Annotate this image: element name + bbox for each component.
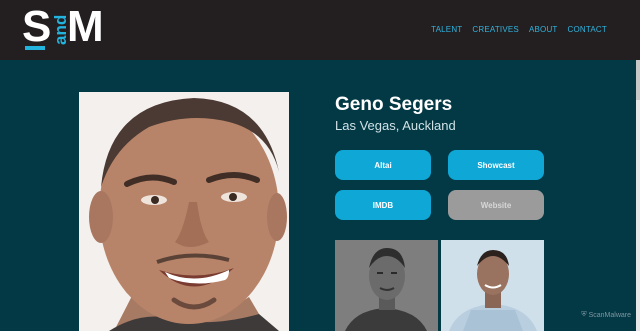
watermark-label: ScanMalware: [588, 311, 631, 319]
imdb-button[interactable]: IMDB: [335, 190, 431, 220]
gallery-photo-1-illustration: [335, 240, 438, 331]
nav-link-about[interactable]: ABOUT: [529, 25, 558, 34]
gallery-photo-1[interactable]: [335, 240, 438, 331]
page-scrollbar[interactable]: [636, 60, 640, 331]
headshot-photo: [79, 92, 289, 331]
logo-accent-bar: [25, 46, 45, 50]
nav-link-talent[interactable]: TALENT: [431, 25, 462, 34]
showcast-button[interactable]: Showcast: [448, 150, 544, 180]
logo-letter-s: S: [22, 2, 52, 51]
altai-button[interactable]: Altai: [335, 150, 431, 180]
gallery-photo-2[interactable]: [441, 240, 544, 331]
headshot-illustration: [79, 92, 289, 331]
site-header: S and M TALENT CREATIVES ABOUT CONTACT: [0, 0, 640, 60]
talent-location: Las Vegas, Auckland: [335, 118, 456, 133]
website-button[interactable]: Website: [448, 190, 544, 220]
scrollbar-thumb[interactable]: [636, 60, 640, 100]
scanmalware-shield-icon: ⛨: [581, 311, 587, 318]
main-nav: TALENT CREATIVES ABOUT CONTACT: [431, 25, 607, 34]
talent-name: Geno Segers: [335, 94, 453, 115]
logo-letter-m: M: [67, 2, 104, 51]
gallery-photo-2-illustration: [441, 240, 544, 331]
nav-link-contact[interactable]: CONTACT: [568, 25, 607, 34]
nav-link-creatives[interactable]: CREATIVES: [472, 25, 519, 34]
site-logo[interactable]: S and M: [22, 2, 112, 52]
scanmalware-watermark: ⛨ ScanMalware: [581, 311, 631, 319]
